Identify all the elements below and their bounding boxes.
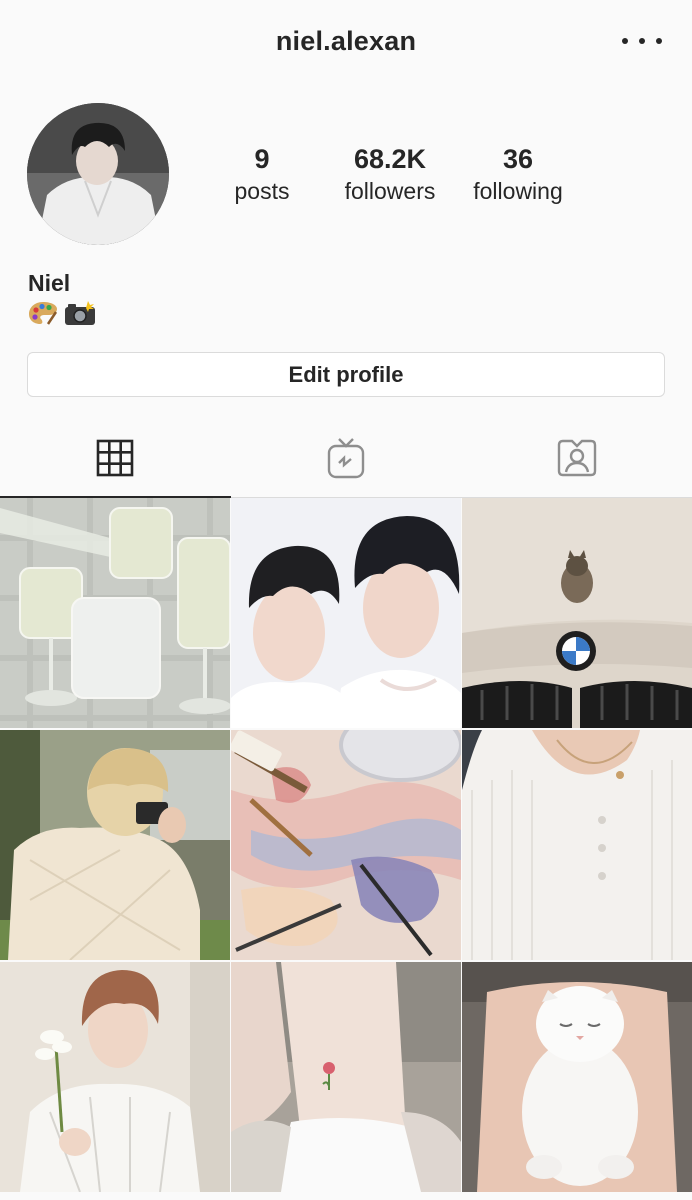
post-thumbnail[interactable]	[462, 962, 692, 1192]
followers-count[interactable]: 68.2K followers	[330, 142, 450, 206]
post-thumbnail[interactable]	[462, 498, 692, 728]
grid-icon	[96, 439, 134, 482]
profile-username[interactable]: niel.alexan	[0, 26, 692, 57]
profile-name: Niel	[28, 270, 71, 296]
post-thumbnail[interactable]	[0, 962, 230, 1192]
tab-tagged[interactable]	[461, 424, 692, 497]
tagged-icon	[557, 439, 597, 482]
following-count-label: following	[473, 178, 563, 204]
post-thumbnail[interactable]	[231, 498, 461, 728]
post-thumbnail[interactable]	[0, 730, 230, 960]
followers-count-value: 68.2K	[353, 144, 427, 174]
profile-bio	[28, 300, 96, 331]
top-bar: niel.alexan	[0, 0, 692, 84]
tab-igtv[interactable]	[231, 424, 462, 497]
post-thumbnail[interactable]	[231, 962, 461, 1192]
tab-posts-grid[interactable]	[0, 424, 231, 498]
profile-tabs	[0, 424, 692, 498]
post-thumbnail[interactable]	[231, 730, 461, 960]
avatar[interactable]	[27, 103, 169, 245]
posts-count[interactable]: 9 posts	[212, 142, 312, 206]
edit-profile-button[interactable]: Edit profile	[27, 352, 665, 397]
camera-flash-icon	[64, 300, 96, 331]
posts-count-label: posts	[234, 178, 290, 204]
post-thumbnail[interactable]	[462, 730, 692, 960]
posts-grid	[0, 498, 692, 1192]
following-count[interactable]: 36 following	[462, 142, 574, 206]
post-thumbnail[interactable]	[0, 498, 230, 728]
following-count-value: 36	[502, 144, 534, 174]
palette-icon	[28, 300, 58, 331]
posts-count-value: 9	[254, 144, 270, 174]
igtv-icon	[327, 437, 365, 484]
followers-count-label: followers	[344, 178, 436, 204]
more-options-icon[interactable]	[622, 30, 662, 52]
